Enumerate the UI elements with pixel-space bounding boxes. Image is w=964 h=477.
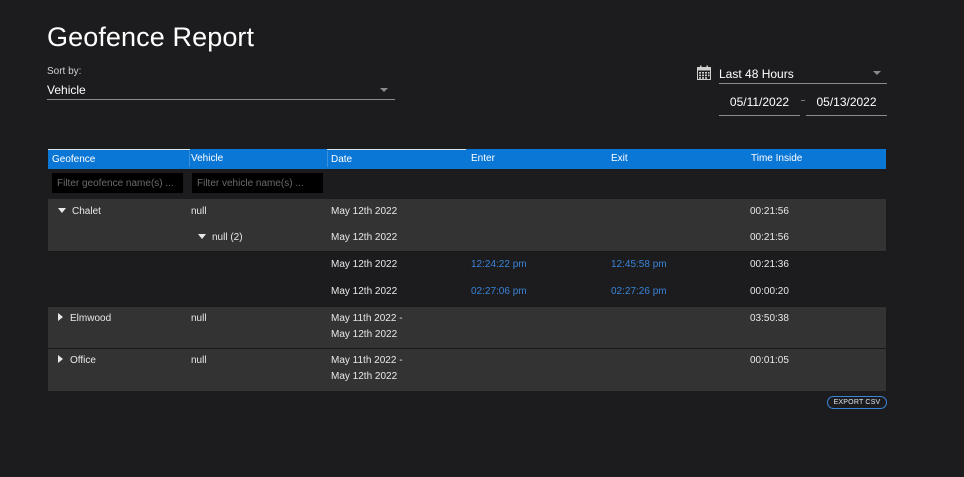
enter-time-link[interactable]: 02:27:06 pm xyxy=(471,284,527,300)
table-row-group-chalet[interactable]: Chalet null May 12th 2022 00:21:56 null … xyxy=(48,199,886,251)
date-separator xyxy=(801,100,805,101)
chevron-down-icon xyxy=(873,71,881,75)
table-row-visits: May 12th 2022 12:24:22 pm 12:45:58 pm 00… xyxy=(48,251,886,306)
geofence-table: Geofence Vehicle Date Enter Exit Time In… xyxy=(48,149,886,391)
time-inside-cell: 00:21:36 xyxy=(750,259,789,270)
start-date-field[interactable]: 05/11/2022 xyxy=(719,91,800,116)
column-header-time-inside[interactable]: Time Inside xyxy=(747,149,886,169)
date-range-select[interactable]: Last 48 Hours xyxy=(719,67,887,84)
caret-down-icon xyxy=(58,208,66,213)
column-header-enter[interactable]: Enter xyxy=(467,149,607,169)
date-cell: May 12th 2022 xyxy=(331,232,398,243)
date-cell: May 12th 2022 xyxy=(331,286,398,297)
column-header-geofence[interactable]: Geofence xyxy=(48,149,190,169)
time-inside-cell: 00:21:56 xyxy=(750,232,789,243)
geofence-cell[interactable]: Chalet xyxy=(58,204,101,220)
vehicle-cell: null xyxy=(191,206,207,217)
table-row-group-office[interactable]: Office null May 11th 2022 - May 12th 202… xyxy=(48,348,886,391)
caret-right-icon xyxy=(58,313,63,321)
time-inside-cell: 00:00:20 xyxy=(750,286,789,297)
date-cell: May 12th 2022 xyxy=(331,259,398,270)
end-date-field[interactable]: 05/13/2022 xyxy=(806,91,887,116)
date-cell: May 11th 2022 - May 12th 2022 xyxy=(331,313,403,340)
sort-by-label: Sort by: xyxy=(47,66,82,77)
chevron-down-icon xyxy=(380,88,388,92)
column-header-vehicle[interactable]: Vehicle xyxy=(187,149,327,169)
geofence-cell[interactable]: Elmwood xyxy=(58,311,111,327)
column-header-exit[interactable]: Exit xyxy=(607,149,747,169)
time-inside-cell: 00:21:56 xyxy=(750,206,789,217)
exit-time-link[interactable]: 02:27:26 pm xyxy=(611,284,667,300)
sort-by-select[interactable]: Vehicle xyxy=(47,83,395,100)
page-title: Geofence Report xyxy=(47,22,255,52)
date-cell: May 11th 2022 - May 12th 2022 xyxy=(331,355,403,382)
exit-time-link[interactable]: 12:45:58 pm xyxy=(611,257,667,273)
caret-right-icon xyxy=(58,355,63,363)
geofence-filter-input[interactable] xyxy=(52,173,183,193)
geofence-cell[interactable]: Office xyxy=(58,353,96,369)
calendar-icon[interactable] xyxy=(697,65,711,80)
vehicle-filter-input[interactable] xyxy=(192,173,323,193)
vehicle-cell: null xyxy=(191,313,207,324)
vehicle-cell: null xyxy=(191,355,207,366)
sort-by-value: Vehicle xyxy=(47,83,86,97)
time-inside-cell: 03:50:38 xyxy=(750,313,789,324)
table-header: Geofence Vehicle Date Enter Exit Time In… xyxy=(48,149,886,169)
date-range-value: Last 48 Hours xyxy=(719,67,794,81)
date-cell: May 12th 2022 xyxy=(331,206,398,217)
column-header-date[interactable]: Date xyxy=(327,149,466,169)
enter-time-link[interactable]: 12:24:22 pm xyxy=(471,257,527,273)
table-row-group-elmwood[interactable]: Elmwood null May 11th 2022 - May 12th 20… xyxy=(48,306,886,348)
time-inside-cell: 00:01:05 xyxy=(750,355,789,366)
filter-row xyxy=(48,169,886,199)
export-csv-button[interactable]: EXPORT CSV xyxy=(827,396,887,409)
caret-down-icon xyxy=(198,234,206,239)
vehicle-subgroup-cell[interactable]: null (2) xyxy=(198,230,243,246)
